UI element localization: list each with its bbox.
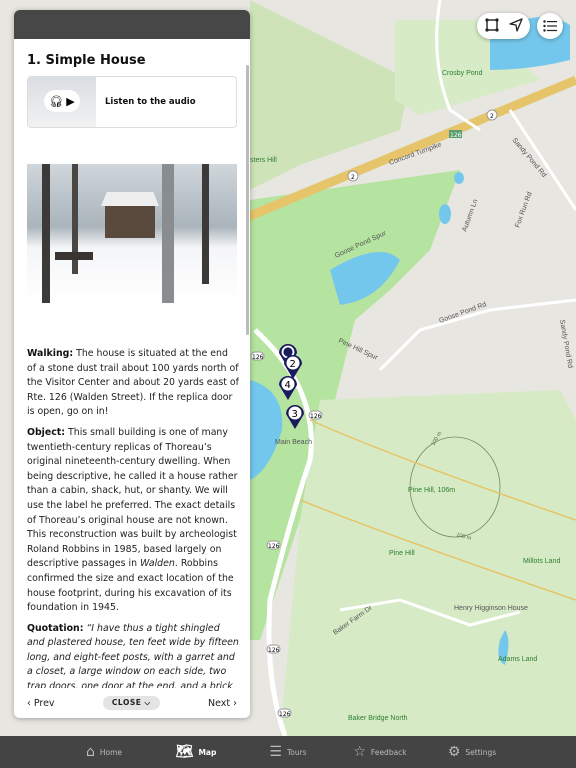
scrollbar[interactable]	[246, 65, 249, 335]
svg-text:2: 2	[351, 174, 355, 181]
map-label: sters Hill	[250, 157, 277, 164]
tab-label: Feedback	[370, 747, 407, 757]
walking-paragraph: Walking: The house is situated at the en…	[27, 348, 239, 418]
svg-text:126: 126	[310, 413, 322, 420]
route-shield-126: 126	[277, 708, 292, 718]
map-label: Pine Hill, 106m	[408, 487, 455, 494]
route-shield-126: 126	[308, 410, 323, 420]
pond	[454, 172, 464, 184]
play-audio-button[interactable]: 🎧︎ ▶	[44, 90, 80, 112]
close-button[interactable]: CLOSE ⌵	[102, 696, 160, 710]
svg-text:126: 126	[268, 543, 280, 550]
svg-text:126: 126	[279, 711, 291, 718]
house-photo	[27, 164, 237, 303]
tab-bar: ⌂ Home 🗺︎ Map ☰ Tours ☆ Feedback ⚙ Settings	[0, 736, 576, 768]
locate-icon[interactable]	[508, 17, 523, 36]
headphones-icon: 🎧︎	[49, 94, 64, 108]
tab-home[interactable]: ⌂ Home	[58, 736, 150, 768]
tab-feedback[interactable]: ☆ Feedback	[334, 736, 426, 768]
stop-title: 1. Simple House	[27, 53, 146, 68]
tab-label: Home	[99, 747, 123, 757]
route-shield-126: 126	[266, 540, 281, 550]
star-icon: ☆	[353, 744, 366, 760]
svg-text:2: 2	[290, 359, 296, 370]
audio-thumbnail: 🎧︎ ▶	[28, 77, 96, 127]
svg-text:126: 126	[252, 354, 264, 361]
route-shield-2: 2	[486, 109, 498, 121]
stop-description: Walking: The house is situated at the en…	[27, 347, 239, 690]
list-button[interactable]	[537, 13, 563, 39]
home-icon: ⌂	[85, 744, 95, 760]
chevron-right-icon: ›	[230, 697, 237, 709]
list-icon	[543, 17, 557, 36]
panel-footer: ‹ Prev CLOSE ⌵ Next ›	[14, 688, 250, 718]
map-label: Baker Bridge North	[348, 715, 408, 722]
svg-text:126: 126	[268, 647, 280, 654]
route-shield-126: 126	[449, 130, 462, 139]
route-shield-126: 126	[250, 351, 265, 361]
map-icon: 🗺︎	[175, 744, 194, 760]
pond	[439, 204, 451, 224]
tab-settings[interactable]: ⚙ Settings	[426, 736, 518, 768]
map-label: Millots Land	[523, 558, 560, 565]
map-label: Main Beach	[275, 439, 312, 446]
chevron-down-icon: ⌵	[144, 698, 151, 707]
route-shield-126: 126	[266, 644, 281, 654]
tab-label: Map	[198, 747, 217, 757]
map-label: Adams Land	[498, 656, 537, 663]
svg-text:126: 126	[450, 132, 462, 139]
map-label: Pine Hill	[389, 550, 415, 557]
audio-player[interactable]: 🎧︎ ▶ Listen to the audio	[27, 76, 237, 128]
tab-label: Tours	[286, 747, 307, 757]
quotation-paragraph: Quotation: “I have thus a tight shingled…	[27, 622, 239, 690]
gear-icon: ⚙	[447, 744, 461, 760]
audio-label: Listen to the audio	[105, 97, 196, 107]
map-tools-group	[477, 13, 530, 39]
svg-text:4: 4	[285, 380, 291, 391]
svg-text:2: 2	[490, 113, 494, 120]
object-paragraph: Object: This small building is one of ma…	[27, 426, 238, 614]
chevron-left-icon: ‹	[27, 697, 34, 709]
stop-detail-panel: 1. Simple House 🎧︎ ▶ Listen to the audio …	[14, 10, 250, 718]
panel-header-bar[interactable]	[14, 10, 250, 39]
select-area-icon[interactable]	[484, 17, 499, 36]
tab-map[interactable]: 🗺︎ Map	[150, 736, 242, 768]
route-shield-2: 2	[347, 170, 359, 182]
prev-button[interactable]: ‹ Prev	[27, 698, 55, 709]
svg-text:3: 3	[292, 409, 298, 420]
play-icon: ▶	[66, 94, 75, 108]
signpost-icon: ☰	[269, 744, 282, 760]
tab-label: Settings	[465, 747, 497, 757]
tab-tours[interactable]: ☰ Tours	[242, 736, 334, 768]
map-label: Crosby Pond	[442, 70, 483, 77]
map-label: Henry Higginson House	[454, 605, 528, 612]
next-button[interactable]: Next ›	[208, 698, 237, 709]
